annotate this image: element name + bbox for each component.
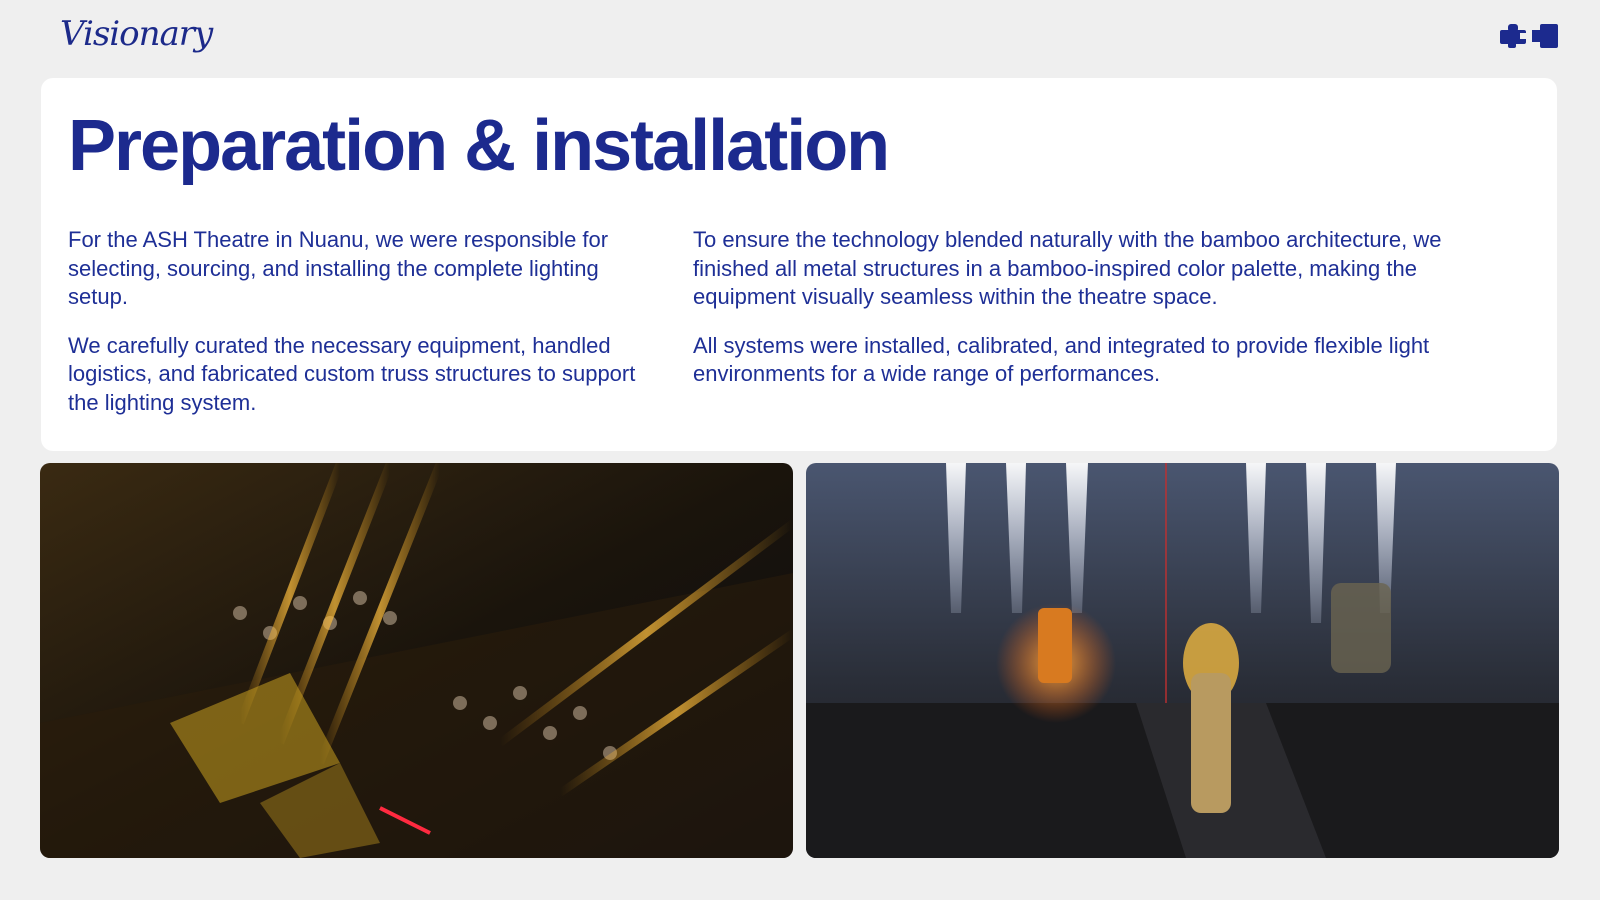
page-title: Preparation & installation: [68, 106, 890, 186]
visionary-logo[interactable]: Visionary: [60, 14, 213, 54]
paragraph: For the ASH Theatre in Nuanu, we were re…: [68, 227, 609, 309]
theatre-audience-photo: [40, 463, 793, 858]
stage-performance-photo: [806, 463, 1559, 858]
paragraph: All systems were installed, calibrated, …: [693, 332, 1430, 387]
puzzle-camera-icon: [1500, 22, 1560, 50]
paragraph: We carefully curated the necessary equip…: [68, 332, 636, 415]
top-bar: Visionary: [0, 0, 1600, 78]
right-text-column: To ensure the technology blended natural…: [693, 226, 1493, 409]
content-card: Preparation & installation For the ASH T…: [41, 78, 1557, 451]
left-text-column: For the ASH Theatre in Nuanu, we were re…: [68, 226, 648, 437]
paragraph: To ensure the technology blended natural…: [693, 227, 1442, 309]
